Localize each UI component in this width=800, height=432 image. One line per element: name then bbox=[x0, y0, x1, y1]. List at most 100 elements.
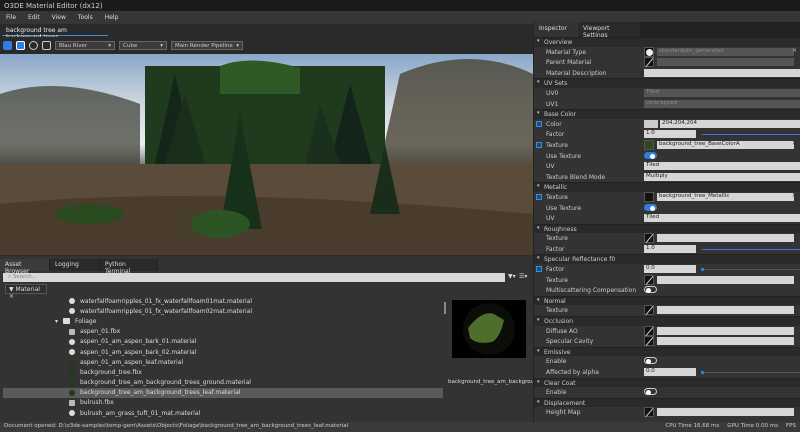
expand-arrow-icon[interactable]: ▾ bbox=[55, 318, 58, 325]
menu-tools[interactable]: Tools bbox=[78, 14, 93, 21]
group-header-metallic[interactable]: Metallic bbox=[534, 182, 800, 192]
asset-field[interactable] bbox=[657, 58, 794, 67]
slider[interactable] bbox=[702, 248, 800, 250]
tab-viewport-settings[interactable]: Viewport Settings bbox=[578, 22, 640, 39]
tab-inspector[interactable]: Inspector bbox=[534, 22, 578, 37]
group-header-normal[interactable]: Normal bbox=[534, 295, 800, 306]
text-field[interactable] bbox=[644, 68, 800, 77]
number-field[interactable]: 1.0 bbox=[644, 130, 696, 139]
toggle-grid-icon[interactable] bbox=[3, 41, 12, 50]
toggle-switch[interactable] bbox=[644, 151, 657, 159]
slider[interactable] bbox=[702, 134, 800, 136]
filter-tag[interactable]: ▼ Material × bbox=[5, 284, 47, 300]
asset-field[interactable] bbox=[657, 306, 794, 315]
asset-thumbnail[interactable] bbox=[644, 46, 654, 57]
property-label: Texture bbox=[546, 235, 568, 243]
text-field[interactable]: Tiled bbox=[644, 88, 800, 97]
list-item[interactable]: aspen_01_am_aspen_bark_01.material bbox=[3, 337, 443, 347]
toggle-switch[interactable] bbox=[644, 388, 657, 396]
slider[interactable] bbox=[702, 269, 800, 271]
group-header-occlusion[interactable]: Occlusion bbox=[534, 316, 800, 326]
property-row: Factor 1.0 bbox=[534, 244, 800, 255]
list-item[interactable]: ▾ Foliage bbox=[3, 316, 443, 326]
group-header-displacement[interactable]: Displacement bbox=[534, 397, 800, 408]
status-message: Document opened: D:\o3de-samples\temp-ge… bbox=[4, 423, 349, 429]
toggle-switch[interactable] bbox=[644, 286, 657, 294]
dropdown[interactable]: Tiled bbox=[644, 214, 800, 223]
toggle-switch[interactable] bbox=[644, 203, 657, 211]
list-item[interactable]: background_tree.fbx bbox=[3, 367, 443, 377]
asset-thumbnail[interactable] bbox=[644, 407, 654, 418]
tonemap-icon[interactable] bbox=[42, 41, 51, 50]
group-header-specular-reflectance-f0[interactable]: Specular Reflectance f0 bbox=[534, 254, 800, 265]
asset-thumbnail[interactable] bbox=[644, 336, 654, 347]
list-item[interactable]: bulrush.fbx bbox=[3, 398, 443, 408]
menu-file[interactable]: File bbox=[6, 14, 16, 21]
asset-field[interactable] bbox=[657, 337, 794, 346]
filter-icon[interactable]: ▼▾ bbox=[508, 273, 516, 280]
group-header-uv-sets[interactable]: UV Sets bbox=[534, 78, 800, 88]
clear-icon[interactable]: ✕ bbox=[792, 192, 797, 199]
list-item[interactable]: background_tree_am_background_trees_grou… bbox=[3, 378, 443, 388]
number-field[interactable]: 0.0 bbox=[644, 368, 696, 376]
asset-field[interactable] bbox=[657, 408, 794, 417]
color-value-field[interactable]: 204,204,204 bbox=[660, 119, 800, 128]
group-header-overview[interactable]: Overview bbox=[534, 37, 800, 47]
scrollbar[interactable] bbox=[444, 302, 446, 314]
model-preset-select[interactable]: Cube ▾ bbox=[119, 41, 167, 50]
tab-python-terminal[interactable]: Python Terminal bbox=[100, 259, 158, 275]
list-item[interactable]: bulrush_am_grass_tuft_01_mat.material bbox=[3, 408, 443, 418]
list-item[interactable]: background_tree_am_background_trees_leaf… bbox=[3, 387, 443, 398]
list-item[interactable]: aspen_01_am_aspen_bark_02.material bbox=[3, 347, 443, 357]
text-field[interactable]: Unwrapped bbox=[644, 99, 800, 108]
menu-help[interactable]: Help bbox=[105, 14, 119, 21]
tab-asset-browser[interactable]: Asset Browser bbox=[0, 259, 50, 275]
property-value bbox=[644, 388, 800, 396]
asset-field[interactable]: background_tree_BaseColorA bbox=[657, 140, 794, 149]
render-pipeline-select[interactable]: Main Render Pipeline ▾ bbox=[171, 41, 243, 50]
asset-thumbnail[interactable] bbox=[644, 305, 654, 316]
lighting-preset-select[interactable]: Blau River ▾ bbox=[55, 41, 115, 50]
slider[interactable] bbox=[702, 372, 800, 373]
asset-field[interactable]: standardpbr_generated bbox=[657, 47, 794, 56]
slider-handle[interactable] bbox=[701, 268, 704, 272]
asset-thumbnail[interactable] bbox=[644, 233, 654, 244]
group-header-clear-coat[interactable]: Clear Coat bbox=[534, 377, 800, 388]
asset-thumbnail[interactable] bbox=[644, 191, 654, 202]
clear-icon[interactable]: ✕ bbox=[792, 47, 797, 54]
list-item[interactable]: aspen_01.fbx bbox=[3, 327, 443, 337]
group-header-base-color[interactable]: Base Color bbox=[534, 109, 800, 119]
clear-icon[interactable]: ✕ bbox=[792, 140, 797, 147]
group-header-roughness[interactable]: Roughness bbox=[534, 223, 800, 234]
group-header-emissive[interactable]: Emissive bbox=[534, 346, 800, 357]
asset-field[interactable] bbox=[657, 275, 794, 284]
tab-logging[interactable]: Logging bbox=[50, 259, 100, 271]
dropdown[interactable]: Tiled bbox=[644, 162, 800, 171]
list-item[interactable]: aspen_01_am_aspen_leaf.material bbox=[3, 357, 443, 367]
view-options-icon[interactable]: ☰▾ bbox=[519, 273, 527, 280]
asset-field[interactable] bbox=[657, 326, 794, 335]
document-tab[interactable]: background tree am background trees bbox=[2, 25, 108, 41]
asset-field[interactable]: background_tree_Metallic bbox=[657, 192, 794, 201]
number-field[interactable]: 0.0 bbox=[644, 265, 696, 274]
toggle-shadow-catcher-icon[interactable] bbox=[16, 41, 25, 50]
viewport[interactable] bbox=[0, 54, 533, 255]
slider-handle[interactable] bbox=[701, 371, 704, 374]
asset-thumbnail[interactable] bbox=[644, 325, 654, 336]
property-row: UV0 Tiled bbox=[534, 88, 800, 99]
asset-thumbnail[interactable] bbox=[644, 274, 654, 285]
asset-thumbnail[interactable] bbox=[644, 57, 654, 68]
search-input[interactable]: ⌕ Search... bbox=[3, 273, 505, 282]
list-item[interactable]: waterfallfoamripples_01_fx_waterfallfoam… bbox=[3, 296, 443, 306]
asset-thumbnail[interactable] bbox=[644, 139, 654, 150]
number-field[interactable]: 1.0 bbox=[644, 244, 696, 253]
camera-reset-icon[interactable] bbox=[29, 41, 38, 50]
color-swatch[interactable] bbox=[644, 119, 658, 128]
dropdown[interactable]: Multiply bbox=[644, 172, 800, 181]
menu-edit[interactable]: Edit bbox=[28, 14, 40, 21]
menu-view[interactable]: View bbox=[52, 14, 66, 21]
toggle-switch[interactable] bbox=[644, 357, 657, 365]
property-label: Texture bbox=[546, 193, 568, 201]
list-item[interactable]: waterfallfoamripples_01_fx_waterfallfoam… bbox=[3, 306, 443, 316]
asset-field[interactable] bbox=[657, 234, 794, 243]
